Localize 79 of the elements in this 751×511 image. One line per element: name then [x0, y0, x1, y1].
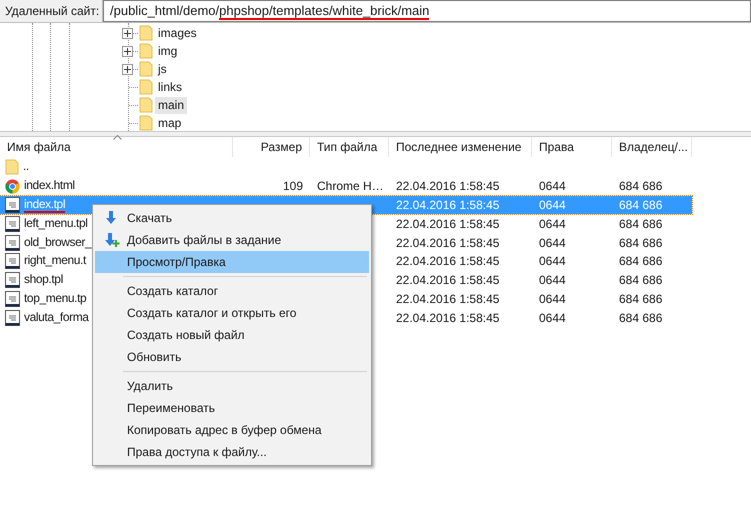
text-file-icon: [5, 216, 20, 232]
folder-label[interactable]: main: [155, 96, 188, 114]
permissions: 0644: [539, 292, 566, 306]
permissions: 0644: [539, 254, 566, 268]
add-download-icon: [103, 232, 121, 248]
owner: 684 686: [619, 216, 662, 231]
expand-icon[interactable]: [122, 28, 133, 39]
owner: 684 686: [619, 254, 662, 268]
owner: 684 686: [619, 310, 662, 325]
folder-icon: [139, 61, 153, 77]
folder-label[interactable]: images: [155, 24, 200, 42]
permissions: 0644: [539, 273, 566, 288]
browser-file-icon: [5, 178, 20, 194]
text-file-icon: [5, 310, 20, 326]
column-header[interactable]: Размер: [233, 137, 310, 157]
menu-item[interactable]: Скачать: [95, 207, 369, 229]
modified-date: 22.04.2016 1:58:45: [396, 273, 500, 288]
file-name[interactable]: old_browser_: [24, 234, 92, 251]
text-file-icon: [5, 290, 20, 307]
menu-item[interactable]: Копировать адрес в буфер обмена: [95, 419, 369, 441]
modified-date: 22.04.2016 1:58:45: [396, 216, 500, 231]
folder-icon: [5, 159, 19, 176]
folder-icon: [139, 97, 153, 113]
folder-label[interactable]: links: [155, 78, 186, 96]
owner: 684 686: [619, 179, 662, 194]
file-size: 109: [282, 179, 303, 194]
file-name[interactable]: valuta_forma: [24, 310, 89, 326]
file-name[interactable]: ..: [23, 159, 29, 176]
expand-icon[interactable]: [122, 64, 133, 75]
file-name[interactable]: index.html: [24, 178, 75, 194]
expand-icon[interactable]: [122, 46, 133, 57]
folder-icon: [139, 115, 153, 131]
column-header[interactable]: Тип файла: [310, 137, 389, 157]
path-field[interactable]: /public_html/demo/phpshop/templates/white_brick/main: [103, 0, 751, 22]
permissions: 0644: [539, 236, 566, 250]
menu-item[interactable]: Добавить файлы в задание: [95, 229, 369, 251]
modified-date: 22.04.2016 1:58:45: [396, 236, 500, 250]
permissions: 0644: [539, 310, 566, 325]
folder-label[interactable]: map: [155, 114, 184, 131]
file-name[interactable]: left_menu.tpl: [24, 216, 88, 232]
modified-date: 22.04.2016 1:58:45: [396, 198, 500, 212]
folder-icon: [139, 25, 153, 41]
owner: 684 686: [619, 236, 662, 250]
text-file-icon: [5, 234, 20, 251]
menu-item[interactable]: Переименовать: [95, 397, 369, 419]
menu-item[interactable]: Создать каталог: [95, 280, 369, 302]
folder-label[interactable]: js: [155, 60, 170, 78]
column-header[interactable]: Владелец/...: [612, 137, 692, 157]
text-file-icon: [5, 272, 20, 288]
permissions: 0644: [539, 179, 566, 194]
menu-item[interactable]: Создать каталог и открыть его: [95, 302, 369, 324]
folder-label[interactable]: img: [155, 42, 180, 60]
field-label: Удаленный сайт:: [0, 0, 103, 22]
owner: 684 686: [619, 273, 662, 288]
folder-icon: [139, 79, 153, 95]
menu-item[interactable]: Обновить: [95, 346, 369, 368]
column-header[interactable]: Последнее изменение: [389, 137, 532, 157]
file-name[interactable]: top_menu.tp: [24, 290, 86, 307]
menu-item[interactable]: Просмотр/Правка: [95, 251, 369, 273]
text-file-icon: [5, 196, 20, 213]
column-header[interactable]: Права: [532, 137, 612, 157]
modified-date: 22.04.2016 1:58:45: [396, 254, 500, 268]
menu-item[interactable]: Создать новый файл: [95, 324, 369, 346]
modified-date: 22.04.2016 1:58:45: [396, 310, 500, 325]
folder-icon: [139, 43, 153, 59]
file-type: Chrome H…: [317, 179, 384, 194]
menu-item[interactable]: Права доступа к файлу...: [95, 441, 369, 463]
modified-date: 22.04.2016 1:58:45: [396, 292, 500, 306]
modified-date: 22.04.2016 1:58:45: [396, 179, 500, 194]
text-file-icon: [5, 253, 20, 270]
permissions: 0644: [539, 198, 566, 212]
file-name[interactable]: right_menu.t: [24, 253, 86, 270]
owner: 684 686: [619, 292, 662, 306]
owner: 684 686: [619, 198, 662, 212]
column-header[interactable]: Имя файла: [0, 137, 233, 157]
permissions: 0644: [539, 216, 566, 231]
file-name[interactable]: shop.tpl: [24, 272, 63, 288]
menu-item[interactable]: Удалить: [95, 375, 369, 397]
download-arrow-icon: [103, 210, 119, 226]
